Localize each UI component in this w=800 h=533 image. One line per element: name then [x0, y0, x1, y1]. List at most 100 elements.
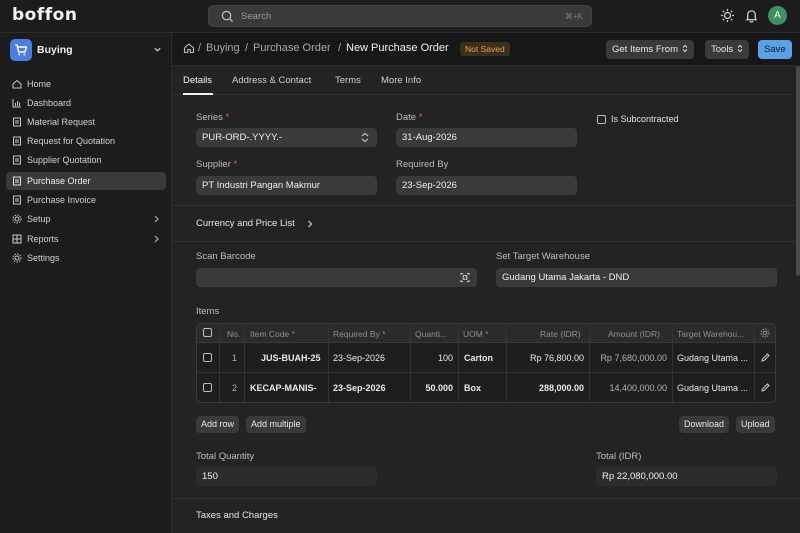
amount-cell: Rp 7,680,000.00 — [600, 353, 667, 363]
quantity-cell[interactable]: 100 — [412, 353, 453, 363]
sidebar-item-purchase-order[interactable]: Purchase Order — [6, 172, 166, 190]
edit-pencil-icon[interactable] — [761, 383, 770, 392]
sidebar-item-label: Material Request — [27, 117, 96, 127]
rate-cell[interactable]: Rp 76,800.00 — [508, 353, 584, 363]
total-idr-value: Rp 22,080,000.00 — [596, 467, 777, 486]
save-button[interactable]: Save — [758, 40, 792, 59]
gear-icon — [12, 214, 22, 224]
tab-terms[interactable]: Terms — [335, 75, 361, 86]
sidebar-item-label: Settings — [27, 253, 60, 263]
series-select[interactable]: PUR-ORD-.YYYY.- — [196, 128, 377, 147]
notification-bell-icon[interactable] — [744, 8, 759, 23]
home-icon — [12, 79, 22, 89]
upload-button[interactable]: Upload — [736, 416, 775, 433]
theme-toggle-icon[interactable] — [720, 8, 735, 23]
item-code-cell[interactable]: JUS-BUAH-25 — [261, 353, 321, 363]
app-logo[interactable]: boffon — [12, 5, 77, 25]
subcontracted-label: Is Subcontracted — [611, 114, 679, 124]
sidebar-item-label: Supplier Quotation — [27, 155, 102, 165]
required-by-label: Required By — [396, 159, 449, 170]
button-label: Tools — [711, 44, 734, 55]
uom-cell[interactable]: Box — [464, 383, 481, 393]
required-by-cell[interactable]: 23-Sep-2026 — [333, 383, 386, 393]
breadcrumb-separator: / — [245, 42, 249, 54]
download-button[interactable]: Download — [679, 416, 730, 433]
gear-icon[interactable] — [760, 328, 770, 338]
row-checkbox[interactable] — [203, 383, 212, 392]
gear-icon — [12, 253, 22, 263]
avatar[interactable]: A — [768, 6, 787, 25]
currency-section-toggle[interactable]: Currency and Price List — [196, 217, 326, 231]
taxes-section-toggle[interactable]: Taxes and Charges — [196, 510, 278, 521]
cart-icon — [10, 39, 32, 61]
scan-barcode-input[interactable] — [196, 268, 477, 287]
active-tab-indicator — [183, 93, 213, 95]
date-field[interactable]: 31-Aug-2026 — [396, 128, 577, 147]
supplier-field[interactable]: PT Industri Pangan Makmur — [196, 176, 377, 195]
section-divider — [172, 498, 800, 499]
warehouse-cell[interactable]: Gudang Utama ... — [677, 353, 749, 363]
tools-button[interactable]: Tools — [705, 40, 750, 59]
add-row-button[interactable]: Add row — [196, 416, 240, 433]
sidebar-item-dashboard[interactable]: Dashboard — [6, 94, 166, 112]
select-caret-icon — [737, 44, 743, 53]
chevron-right-icon — [154, 215, 159, 223]
target-warehouse-field[interactable]: Gudang Utama Jakarta - DND — [496, 268, 777, 287]
column-header[interactable]: UOM * — [463, 329, 489, 339]
tab-address-contact[interactable]: Address & Contact — [232, 75, 311, 86]
breadcrumb-separator: / — [198, 42, 202, 54]
rate-cell[interactable]: 288,000.00 — [508, 383, 584, 393]
sidebar-item-setup[interactable]: Setup — [6, 210, 166, 228]
sidebar-item-request-for-quotation[interactable]: Request for Quotation — [6, 132, 166, 150]
subcontracted-checkbox[interactable] — [597, 115, 606, 124]
page-title: New Purchase Order — [346, 42, 449, 54]
edit-pencil-icon[interactable] — [761, 353, 770, 362]
row-checkbox[interactable] — [203, 353, 212, 362]
table-row[interactable]: 1 JUS-BUAH-25 23-Sep-2026 100 Carton Rp … — [197, 343, 775, 373]
column-header[interactable]: Quanti... — [415, 329, 455, 339]
search-shortcut: ⌘+K — [564, 12, 583, 21]
sidebar-item-settings[interactable]: Settings — [6, 249, 166, 267]
sidebar-item-label: Reports — [27, 234, 59, 244]
sidebar-item-home[interactable]: Home — [6, 75, 166, 93]
required-by-cell[interactable]: 23-Sep-2026 — [333, 353, 385, 363]
sidebar: Buying Home Dashboard Material Request R… — [0, 33, 172, 533]
tab-more-info[interactable]: More Info — [381, 75, 421, 86]
select-caret-icon — [682, 44, 688, 53]
chevron-down-icon — [154, 47, 161, 52]
uom-cell[interactable]: Carton — [464, 353, 493, 363]
column-header[interactable]: Item Code * — [250, 329, 295, 339]
add-multiple-button[interactable]: Add multiple — [246, 416, 306, 433]
supplier-value: PT Industri Pangan Makmur — [202, 180, 321, 191]
column-header[interactable]: Rate (IDR) — [540, 329, 581, 339]
item-code-cell[interactable]: KECAP-MANIS- — [250, 383, 325, 393]
tab-details[interactable]: Details — [183, 75, 212, 86]
search-input[interactable]: Search ⌘+K — [208, 5, 592, 27]
series-value: PUR-ORD-.YYYY.- — [202, 132, 283, 143]
breadcrumb-purchase-order[interactable]: Purchase Order — [253, 42, 331, 54]
select-all-checkbox[interactable] — [203, 328, 212, 337]
sidebar-item-material-request[interactable]: Material Request — [6, 113, 166, 131]
series-label: Series * — [196, 112, 230, 123]
sidebar-item-purchase-invoice[interactable]: Purchase Invoice — [6, 191, 166, 209]
sidebar-item-label: Home — [27, 79, 52, 89]
quantity-cell[interactable]: 50.000 — [412, 383, 453, 393]
sidebar-item-reports[interactable]: Reports — [6, 230, 166, 248]
column-header[interactable]: Target Warehou... — [677, 329, 751, 339]
sidebar-item-supplier-quotation[interactable]: Supplier Quotation — [6, 151, 166, 169]
total-quantity-value: 150 — [196, 467, 377, 486]
table-row[interactable]: 2 KECAP-MANIS- 23-Sep-2026 50.000 Box 28… — [197, 373, 775, 402]
sidebar-item-label: Purchase Invoice — [27, 195, 97, 205]
workspace-switcher[interactable]: Buying — [8, 38, 166, 62]
page-scrollbar[interactable] — [796, 66, 800, 276]
sidebar-item-label: Setup — [27, 214, 51, 224]
home-icon[interactable] — [183, 42, 195, 54]
file-icon — [13, 155, 21, 165]
required-by-field[interactable]: 23-Sep-2026 — [396, 176, 577, 195]
warehouse-cell[interactable]: Gudang Utama ... — [677, 383, 749, 393]
barcode-scan-icon[interactable] — [460, 272, 470, 283]
column-header[interactable]: Amount (IDR) — [608, 329, 660, 339]
get-items-from-button[interactable]: Get Items From — [606, 40, 694, 59]
breadcrumb-buying[interactable]: Buying — [206, 42, 240, 54]
column-header[interactable]: Required By * — [333, 329, 385, 339]
